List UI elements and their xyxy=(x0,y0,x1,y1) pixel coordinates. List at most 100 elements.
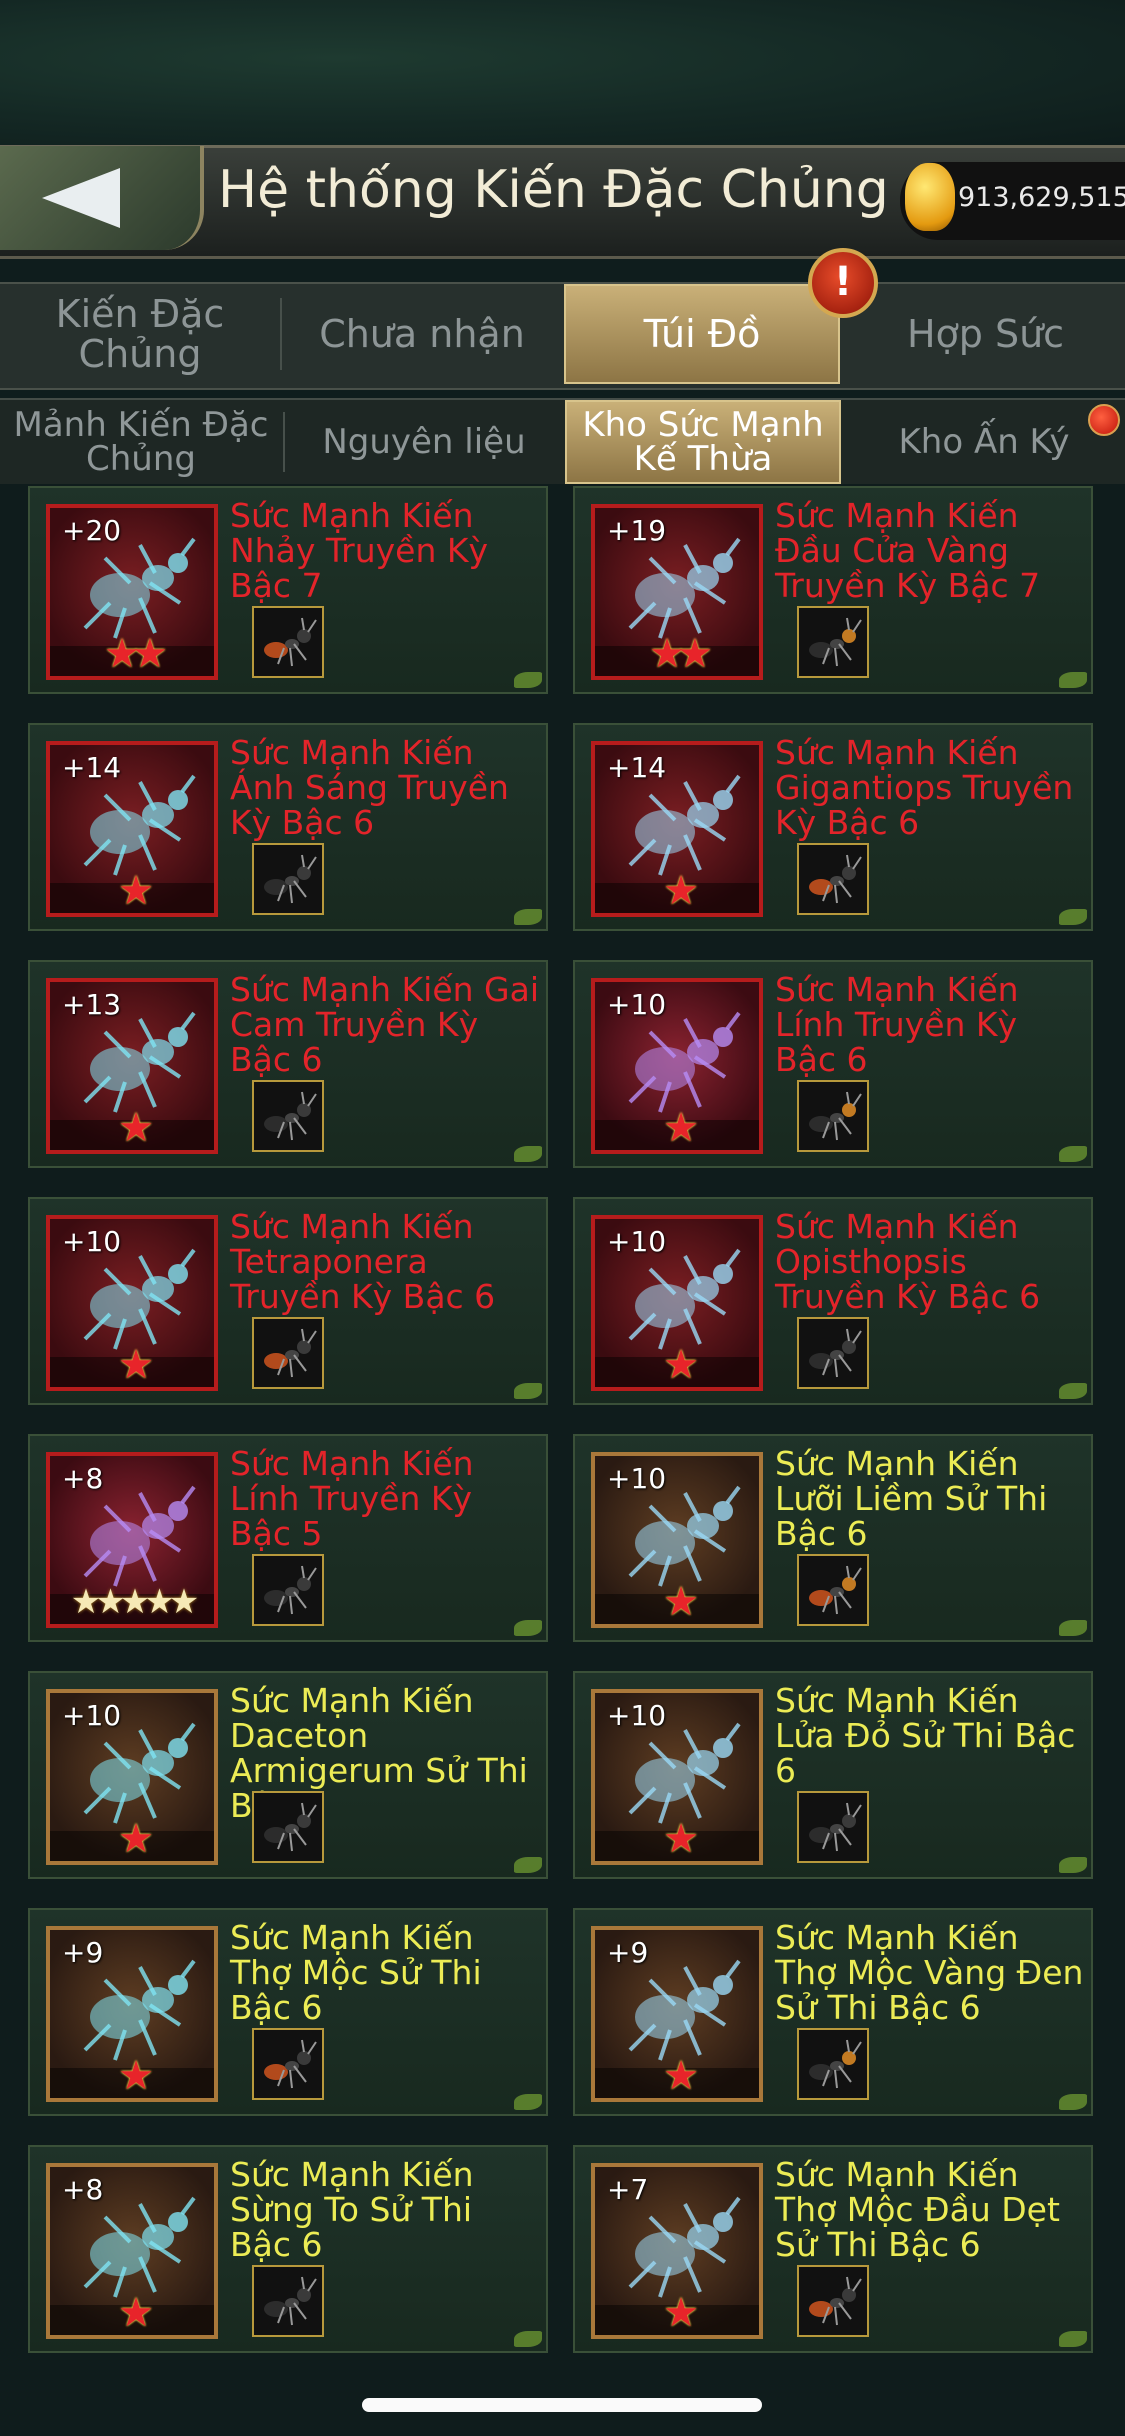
ant-thumbnail-icon xyxy=(809,854,862,904)
item-portrait: +20 ★★ xyxy=(46,504,218,680)
ant-thumbnail[interactable] xyxy=(252,1080,324,1152)
item-card[interactable]: +10 ★ Sức Mạnh Kiến Lính Truyền Kỳ Bậc 6 xyxy=(573,960,1093,1168)
ant-icon xyxy=(83,2196,196,2298)
star-rating-icon: ★ xyxy=(663,1579,699,1625)
subtab-manh-kien[interactable]: Mảnh Kiến Đặc Chủng xyxy=(0,400,282,484)
ant-thumbnail-icon xyxy=(809,2039,862,2089)
star-rating-icon: ★ xyxy=(663,2290,699,2336)
subtab-kho-suc-manh[interactable]: Kho Sức Mạnh Kế Thừa xyxy=(565,400,841,484)
ant-icon xyxy=(83,537,196,639)
item-card[interactable]: +10 ★ Sức Mạnh Kiến Opisthopsis Truyền Kỳ … xyxy=(573,1197,1093,1405)
currency-value: 913,629,515 xyxy=(958,182,1125,213)
ant-thumbnail[interactable] xyxy=(797,2028,869,2100)
ant-thumbnail[interactable] xyxy=(252,1791,324,1863)
item-name: Sức Mạnh Kiến Đầu Cửa Vàng Truyền Kỳ Bậc… xyxy=(775,496,1041,605)
tab-chua-nhan[interactable]: Chưa nhận xyxy=(282,284,562,384)
ant-icon xyxy=(628,1248,741,1350)
ant-thumbnail[interactable] xyxy=(797,2265,869,2337)
star-rating-icon: ★ xyxy=(663,2053,699,2099)
item-portrait: +14 ★ xyxy=(591,741,763,917)
ant-icon xyxy=(83,1959,196,2061)
item-portrait: +9 ★ xyxy=(46,1926,218,2102)
item-level: +8 xyxy=(62,2173,104,2206)
ant-thumbnail-icon xyxy=(809,1565,862,1615)
item-card[interactable]: +10 ★ Sức Mạnh Kiến Lưỡi Liềm Sử Thi Bậc 6 xyxy=(573,1434,1093,1642)
tab-hop-suc[interactable]: Hợp Sức xyxy=(846,284,1125,384)
main-tab-bar: Kiến Đặc Chủng Chưa nhận Túi Đồ Hợp Sức xyxy=(0,282,1125,390)
page-title: Hệ thống Kiến Đặc Chủng xyxy=(218,160,889,220)
ant-icon xyxy=(628,2196,741,2298)
item-card[interactable]: +19 ★★ Sức Mạnh Kiến Đầu Cửa Vàng Truyền K… xyxy=(573,486,1093,694)
item-card[interactable]: +14 ★ Sức Mạnh Kiến Ánh Sáng Truyền Kỳ Bậc… xyxy=(28,723,548,931)
item-name: Sức Mạnh Kiến Ánh Sáng Truyền Kỳ Bậc 6 xyxy=(230,733,509,842)
back-button[interactable] xyxy=(0,146,204,250)
item-card[interactable]: +7 ★ Sức Mạnh Kiến Thợ Mộc Đầu Dẹt Sử Thi … xyxy=(573,2145,1093,2353)
ant-thumbnail[interactable] xyxy=(797,843,869,915)
ant-thumbnail[interactable] xyxy=(797,1317,869,1389)
item-portrait: +10 ★ xyxy=(591,1689,763,1865)
gold-food-icon xyxy=(905,163,955,231)
item-card[interactable]: +13 ★ Sức Mạnh Kiến Gai Cam Truyền Kỳ Bậc … xyxy=(28,960,548,1168)
ant-thumbnail[interactable] xyxy=(252,606,324,678)
item-card[interactable]: +10 ★ Sức Mạnh Kiến Lửa Đỏ Sử Thi Bậc 6 xyxy=(573,1671,1093,1879)
item-portrait: +14 ★ xyxy=(46,741,218,917)
ant-icon xyxy=(628,1722,741,1824)
item-level: +9 xyxy=(62,1936,104,1969)
item-name: Sức Mạnh Kiến Lửa Đỏ Sử Thi Bậc 6 xyxy=(775,1681,1076,1790)
star-rating-icon: ★ xyxy=(118,1342,154,1388)
item-level: +10 xyxy=(607,1225,667,1258)
home-indicator[interactable] xyxy=(362,2398,762,2412)
ant-thumbnail-icon xyxy=(809,1802,862,1852)
item-level: +7 xyxy=(607,2173,649,2206)
item-name: Sức Mạnh Kiến Gigantiops Truyền Kỳ Bậc 6 xyxy=(775,733,1074,842)
item-grid: +20 ★★ Sức Mạnh Kiến Nhảy Truyền Kỳ Bậc 7 +… xyxy=(0,484,1125,2436)
item-card[interactable]: +10 ★ Sức Mạnh Kiến Daceton Armigerum Sử T… xyxy=(28,1671,548,1879)
subtab-nguyen-lieu[interactable]: Nguyên liệu xyxy=(285,400,563,484)
star-rating-icon: ★★ xyxy=(104,631,168,677)
ant-thumbnail[interactable] xyxy=(252,1317,324,1389)
star-rating-icon: ★ xyxy=(663,1105,699,1151)
item-card[interactable]: +10 ★ Sức Mạnh Kiến Tetraponera Truyền Kỳ … xyxy=(28,1197,548,1405)
item-name: Sức Mạnh Kiến Thợ Mộc Vàng Đen Sử Thi Bậ… xyxy=(775,1918,1084,2027)
star-rating-icon: ★ xyxy=(663,1816,699,1862)
tab-kien-dac-chung[interactable]: Kiến Đặc Chủng xyxy=(0,284,280,384)
star-rating-icon: ★ xyxy=(663,868,699,914)
item-portrait: +10 ★ xyxy=(591,1215,763,1391)
item-level: +8 xyxy=(62,1462,104,1495)
item-card[interactable]: +8 ★★★★★ Sức Mạnh Kiến Lính Truyền Kỳ Bậc … xyxy=(28,1434,548,1642)
item-name: Sức Mạnh Kiến Gai Cam Truyền Kỳ Bậc 6 xyxy=(230,970,539,1079)
item-portrait: +19 ★★ xyxy=(591,504,763,680)
item-card[interactable]: +14 ★ Sức Mạnh Kiến Gigantiops Truyền Kỳ B… xyxy=(573,723,1093,931)
item-card[interactable]: +9 ★ Sức Mạnh Kiến Thợ Mộc Vàng Đen Sử Thi… xyxy=(573,1908,1093,2116)
ant-icon xyxy=(628,1485,741,1587)
item-level: +10 xyxy=(62,1699,122,1732)
star-rating-icon: ★ xyxy=(663,1342,699,1388)
item-portrait: +10 ★ xyxy=(591,1452,763,1628)
ant-thumbnail-icon xyxy=(809,2276,862,2326)
item-portrait: +10 ★ xyxy=(46,1215,218,1391)
item-card[interactable]: +8 ★ Sức Mạnh Kiến Sừng To Sử Thi Bậc 6 xyxy=(28,2145,548,2353)
ant-thumbnail[interactable] xyxy=(797,1080,869,1152)
ant-thumbnail-icon xyxy=(264,854,317,904)
ant-icon xyxy=(83,1485,196,1587)
ant-thumbnail[interactable] xyxy=(797,1791,869,1863)
ant-thumbnail[interactable] xyxy=(252,1554,324,1626)
ant-thumbnail[interactable] xyxy=(252,843,324,915)
item-card[interactable]: +20 ★★ Sức Mạnh Kiến Nhảy Truyền Kỳ Bậc 7 xyxy=(28,486,548,694)
ant-thumbnail[interactable] xyxy=(797,1554,869,1626)
notification-dot-icon xyxy=(1088,404,1120,436)
ant-thumbnail[interactable] xyxy=(252,2028,324,2100)
star-rating-icon: ★ xyxy=(118,2053,154,2099)
subtab-kho-an-ky[interactable]: Kho Ấn Ký xyxy=(843,400,1125,484)
item-card[interactable]: +9 ★ Sức Mạnh Kiến Thợ Mộc Sử Thi Bậc 6 xyxy=(28,1908,548,2116)
star-rating-icon: ★ xyxy=(118,868,154,914)
item-name: Sức Mạnh Kiến Sừng To Sử Thi Bậc 6 xyxy=(230,2155,474,2264)
ant-thumbnail[interactable] xyxy=(252,2265,324,2337)
alert-badge-icon: ! xyxy=(808,248,878,318)
ant-thumbnail-icon xyxy=(809,617,862,667)
item-name: Sức Mạnh Kiến Lính Truyền Kỳ Bậc 6 xyxy=(775,970,1019,1079)
tab-tui-do[interactable]: Túi Đồ xyxy=(564,284,840,384)
item-portrait: +10 ★ xyxy=(46,1689,218,1865)
item-name: Sức Mạnh Kiến Thợ Mộc Đầu Dẹt Sử Thi Bậc… xyxy=(775,2155,1060,2264)
ant-thumbnail[interactable] xyxy=(797,606,869,678)
